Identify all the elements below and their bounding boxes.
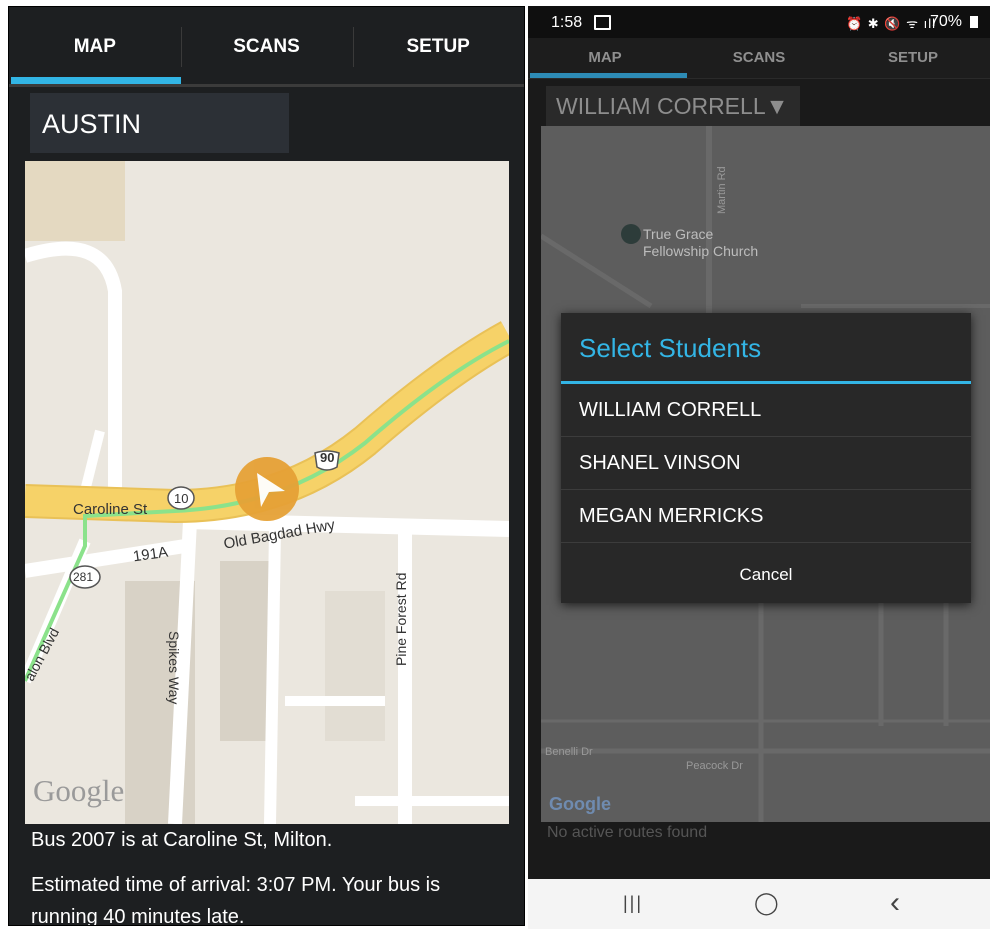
student-option[interactable]: SHANEL VINSON [561, 437, 971, 490]
tab-map[interactable]: MAP [9, 7, 181, 85]
status-time: 1:58 [551, 14, 583, 31]
battery-percent: 70% [930, 13, 963, 30]
tab-divider [181, 27, 182, 67]
street-label-caroline: Caroline St [73, 501, 148, 518]
cancel-button[interactable]: Cancel [561, 550, 971, 603]
street-label-peacock: Peacock Dr [686, 760, 743, 772]
bus-location-status: Bus 2007 is at Caroline St, Milton. [31, 829, 333, 851]
google-logo: Google [549, 794, 611, 814]
image-notification-icon [594, 15, 611, 30]
map-view[interactable]: 10 90 281 191A Caroline St Old Bagdad Hw… [25, 161, 509, 824]
recents-icon[interactable]: ||| [623, 891, 643, 915]
tab-bar: MAP SCANS SETUP [9, 7, 524, 85]
left-phone-screen: MAP SCANS SETUP AUSTIN PATTERSON [8, 6, 525, 926]
active-tab-indicator [11, 77, 181, 84]
shield-label-90: 90 [320, 450, 335, 465]
tab-setup[interactable]: SETUP [352, 7, 524, 85]
shield-label-281: 281 [73, 570, 94, 584]
student-option[interactable]: MEGAN MERRICKS [561, 490, 971, 543]
battery-icon [970, 16, 978, 28]
tab-bar-underline [528, 78, 990, 79]
street-label-spikes: Spikes Way [166, 631, 182, 705]
right-phone-screen: 1:58 ⏰ ✱ 🔇 ᯤ ıll 70% MAP SCANS SETUP WIL… [528, 6, 990, 929]
tab-bar: MAP SCANS SETUP [528, 38, 990, 78]
no-routes-message: No active routes found [547, 824, 708, 841]
tab-scans[interactable]: SCANS [181, 7, 353, 85]
student-option[interactable]: WILLIAM CORRELL [561, 384, 971, 437]
bus-location-marker[interactable] [235, 457, 299, 521]
dialog-title: Select Students [579, 333, 762, 363]
back-icon[interactable]: ‹ [890, 888, 900, 918]
status-bar: 1:58 ⏰ ✱ 🔇 ᯤ ıll 70% [528, 6, 990, 38]
tab-bar-underline [9, 84, 524, 87]
eta-status: Estimated time of arrival: 3:07 PM. Your… [31, 874, 441, 926]
system-nav-bar: ||| ◯ ‹ [528, 879, 990, 929]
status-icons: ⏰ ✱ 🔇 ᯤ ıll [846, 16, 936, 31]
tab-scans[interactable]: SCANS [682, 38, 836, 78]
tab-divider [353, 27, 354, 67]
select-students-dialog: Select Students WILLIAM CORRELL SHANEL V… [561, 313, 971, 603]
tab-map[interactable]: MAP [528, 38, 682, 78]
shield-label-10: 10 [174, 491, 189, 506]
arrow-icon [257, 473, 285, 507]
tab-setup[interactable]: SETUP [836, 38, 990, 78]
street-label-benelli: Benelli Dr [545, 746, 593, 758]
google-logo: Google [33, 773, 125, 808]
home-icon[interactable]: ◯ [754, 891, 779, 915]
student-dropdown[interactable]: WILLIAM CORRELL▼ [546, 86, 800, 126]
street-label-martin: Martin Rd [716, 166, 728, 214]
street-label-pine-forest: Pine Forest Rd [393, 572, 409, 666]
poi-label: True Grace Fellowship Church [643, 226, 759, 259]
student-name-selector[interactable]: AUSTIN PATTERSON [30, 93, 289, 201]
